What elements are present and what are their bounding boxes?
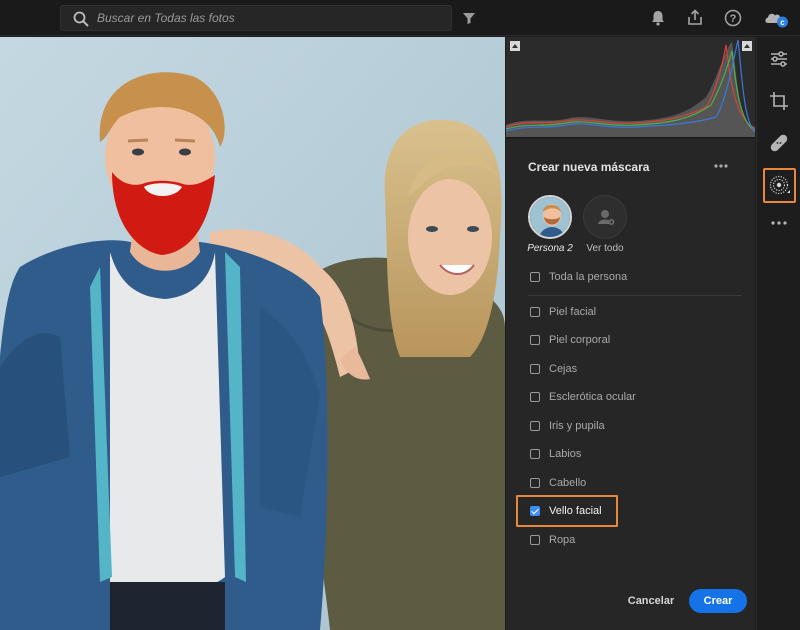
checkbox-label: Cabello xyxy=(549,477,587,489)
histogram-graph xyxy=(506,39,755,137)
masking-icon[interactable] xyxy=(766,172,792,198)
checkbox-checked[interactable] xyxy=(530,506,540,516)
share-icon[interactable] xyxy=(684,7,706,29)
photo-canvas[interactable] xyxy=(0,37,505,630)
checkbox-eyebrows[interactable]: Cejas xyxy=(530,360,577,378)
create-mask-panel: Crear nueva máscara Persona 2 Ver todo T… xyxy=(506,139,755,630)
panel-more-icon[interactable] xyxy=(712,159,730,173)
checkbox-clothing[interactable]: Ropa xyxy=(530,531,575,549)
checkbox[interactable] xyxy=(530,421,540,431)
checkbox-facial-skin[interactable]: Piel facial xyxy=(530,303,596,321)
checkbox-eye-sclera[interactable]: Esclerótica ocular xyxy=(530,388,636,406)
checkbox[interactable] xyxy=(530,535,540,545)
add-person-icon xyxy=(598,210,615,225)
svg-text:c: c xyxy=(780,18,785,27)
checkbox[interactable] xyxy=(530,364,540,374)
checkbox[interactable] xyxy=(530,335,540,345)
shadow-clipping-icon[interactable] xyxy=(510,41,520,51)
bell-icon[interactable] xyxy=(647,7,669,29)
view-all-label: Ver todo xyxy=(586,243,624,254)
search-input[interactable] xyxy=(97,6,437,30)
more-icon[interactable] xyxy=(766,210,792,236)
checkbox-body-skin[interactable]: Piel corporal xyxy=(530,331,610,349)
edit-sliders-icon[interactable] xyxy=(766,46,792,72)
person-label: Persona 2 xyxy=(527,243,573,254)
checkbox[interactable] xyxy=(530,449,540,459)
filter-icon[interactable] xyxy=(458,7,480,29)
checkbox-label: Piel corporal xyxy=(549,334,611,346)
checkbox-label: Iris y pupila xyxy=(549,420,605,432)
avatar xyxy=(528,195,572,239)
top-bar: ? c xyxy=(0,0,800,36)
create-button[interactable]: Crear xyxy=(689,589,747,613)
svg-text:?: ? xyxy=(730,13,737,25)
checkbox-lips[interactable]: Labios xyxy=(530,445,581,463)
help-icon[interactable]: ? xyxy=(722,7,744,29)
checkbox-label: Piel facial xyxy=(549,306,597,318)
checkbox-label: Toda la persona xyxy=(549,271,628,283)
checkbox-hair[interactable]: Cabello xyxy=(530,474,586,492)
checkbox-label: Esclerótica ocular xyxy=(549,391,636,403)
checkbox-label: Vello facial xyxy=(549,505,602,517)
heal-icon[interactable] xyxy=(766,130,792,156)
view-all-people[interactable]: Ver todo xyxy=(575,195,635,254)
checkbox-whole-person[interactable]: Toda la persona xyxy=(530,268,627,286)
person-2-thumbnail[interactable]: Persona 2 xyxy=(520,195,580,254)
search-icon xyxy=(73,11,89,27)
checkbox[interactable] xyxy=(530,272,540,282)
divider xyxy=(528,295,742,296)
view-all-circle xyxy=(583,195,627,239)
cloud-icon[interactable]: c xyxy=(762,7,790,29)
highlight-clipping-icon[interactable] xyxy=(742,41,752,51)
checkbox[interactable] xyxy=(530,307,540,317)
crop-icon[interactable] xyxy=(766,88,792,114)
photo-image xyxy=(0,37,505,630)
tool-rail xyxy=(756,37,800,630)
checkbox[interactable] xyxy=(530,392,540,402)
search-field[interactable] xyxy=(60,5,452,31)
checkbox-label: Ropa xyxy=(549,534,576,546)
checkbox[interactable] xyxy=(530,478,540,488)
cancel-button[interactable]: Cancelar xyxy=(622,589,680,613)
checkbox-iris-pupil[interactable]: Iris y pupila xyxy=(530,417,605,435)
panel-title: Crear nueva máscara xyxy=(528,160,650,174)
checkbox-label: Labios xyxy=(549,448,582,460)
histogram xyxy=(506,37,755,138)
checkbox-facial-hair[interactable]: Vello facial xyxy=(530,502,602,520)
checkbox-label: Cejas xyxy=(549,363,578,375)
